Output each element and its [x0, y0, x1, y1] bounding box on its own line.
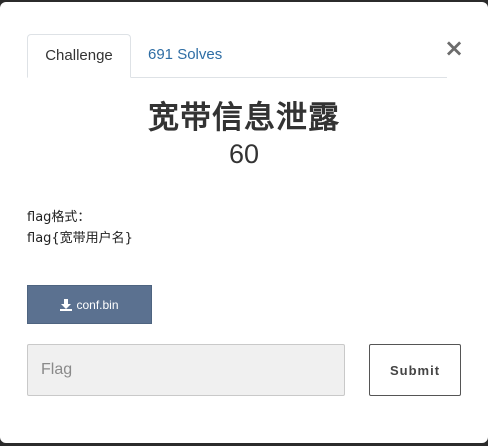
description-line: flag{宽带用户名} — [27, 231, 133, 246]
challenge-title: 宽带信息泄露 — [148, 100, 340, 136]
download-icon — [60, 298, 73, 311]
flag-input[interactable] — [27, 344, 345, 396]
description-line: flag格式： — [27, 210, 91, 225]
challenge-points: 60 — [228, 139, 260, 169]
submit-button[interactable]: Submit — [369, 344, 461, 396]
tab-solves[interactable]: 691 Solves — [132, 34, 238, 76]
download-file-label: conf.bin — [76, 297, 119, 312]
download-file-button[interactable]: conf.bin — [27, 285, 152, 324]
challenge-modal: × Challenge 691 Solves 宽带信息泄露 60 flag格式：… — [0, 2, 488, 443]
challenge-description: flag格式： flag{宽带用户名} — [27, 207, 133, 249]
tab-challenge[interactable]: Challenge — [27, 34, 131, 78]
challenge-tabs: Challenge 691 Solves — [27, 34, 447, 78]
